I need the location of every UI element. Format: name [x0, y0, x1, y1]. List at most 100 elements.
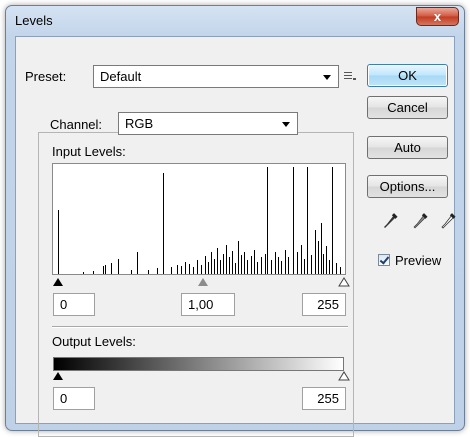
- histogram-bar: [131, 270, 132, 274]
- histogram-bar: [238, 241, 239, 274]
- title-bar[interactable]: Levels x: [6, 6, 464, 36]
- preset-value: Default: [100, 69, 142, 84]
- output-slider-track[interactable]: [50, 369, 350, 381]
- white-eyedropper-icon[interactable]: [440, 213, 456, 231]
- auto-button[interactable]: Auto: [367, 136, 448, 159]
- histogram-bar: [247, 260, 248, 274]
- preset-dropdown[interactable]: Default: [93, 65, 339, 88]
- histogram-bar: [297, 252, 298, 274]
- histogram-bar: [163, 173, 164, 274]
- histogram-bar: [208, 262, 209, 274]
- histogram-bar: [329, 260, 330, 274]
- histogram-bar: [278, 257, 279, 274]
- histogram-bar: [315, 230, 316, 274]
- histogram-bar: [251, 256, 252, 274]
- histogram-bar: [205, 256, 206, 274]
- input-slider-track[interactable]: [50, 275, 350, 287]
- preview-checkbox[interactable]: [378, 254, 390, 266]
- preset-options-icon[interactable]: [343, 70, 357, 82]
- histogram-bar: [137, 252, 138, 274]
- histogram-bar: [93, 271, 94, 274]
- histogram-bar: [307, 167, 308, 274]
- histogram-bar: [326, 246, 327, 274]
- histogram-bar: [257, 262, 258, 274]
- black-eyedropper-icon[interactable]: [382, 213, 398, 231]
- histogram-bar: [220, 260, 221, 274]
- histogram-bar: [332, 167, 333, 274]
- histogram-bar: [311, 255, 312, 274]
- channel-label: Channel:: [48, 117, 105, 132]
- histogram-bar: [275, 252, 276, 274]
- channel-dropdown[interactable]: RGB: [118, 112, 298, 135]
- preview-label: Preview: [395, 253, 442, 268]
- histogram-bar: [83, 272, 84, 274]
- white-point-slider[interactable]: [338, 277, 350, 287]
- preset-label: Preset:: [25, 69, 67, 84]
- histogram-bar: [336, 263, 337, 274]
- histogram-bar: [241, 255, 242, 274]
- histogram-bar: [304, 259, 305, 274]
- output-levels-label: Output Levels:: [52, 334, 136, 349]
- histogram-bar: [301, 245, 302, 274]
- histogram-bar: [318, 241, 319, 274]
- cancel-button[interactable]: Cancel: [367, 96, 448, 119]
- histogram-bar: [293, 167, 294, 274]
- histogram-bar: [271, 260, 272, 274]
- close-button[interactable]: x: [416, 7, 459, 26]
- histogram-bar: [323, 254, 324, 274]
- histogram-bar: [235, 263, 236, 274]
- dialog-body: Preset: Default Channel: RGB Input Level…: [15, 36, 456, 437]
- histogram-bar: [261, 257, 262, 274]
- histogram-bar: [267, 167, 268, 274]
- histogram-bar: [232, 251, 233, 274]
- histogram-bar: [254, 250, 255, 274]
- levels-separator: [52, 326, 348, 328]
- close-icon: x: [433, 9, 442, 24]
- histogram-bar: [265, 254, 266, 274]
- histogram-bar: [288, 257, 289, 274]
- gray-eyedropper-icon[interactable]: [412, 213, 428, 231]
- histogram-bar: [157, 268, 158, 274]
- histogram-bar: [321, 223, 322, 274]
- output-black-slider[interactable]: [53, 372, 63, 380]
- histogram: [52, 163, 346, 275]
- histogram-bar: [118, 259, 119, 274]
- histogram-bar: [189, 264, 190, 274]
- histogram-bars: [58, 167, 341, 274]
- histogram-bar: [214, 259, 215, 274]
- levels-dialog: Levels x Preset: Default Channel: RGB In…: [5, 5, 465, 437]
- histogram-bar: [226, 245, 227, 274]
- histogram-bar: [58, 210, 59, 274]
- window-title: Levels: [15, 13, 53, 28]
- output-black-field[interactable]: 0: [53, 387, 95, 410]
- histogram-bar: [211, 252, 212, 274]
- histogram-bar: [217, 248, 218, 274]
- ok-button[interactable]: OK: [367, 64, 448, 87]
- black-point-slider[interactable]: [53, 278, 63, 286]
- input-black-field[interactable]: 0: [53, 293, 95, 316]
- histogram-bar: [103, 266, 104, 274]
- histogram-bar: [340, 267, 341, 274]
- histogram-bar: [197, 260, 198, 274]
- input-levels-label: Input Levels:: [52, 144, 126, 159]
- histogram-bar: [177, 265, 178, 274]
- histogram-bar: [181, 266, 182, 274]
- histogram-bar: [229, 257, 230, 274]
- gamma-slider[interactable]: [198, 278, 208, 286]
- channel-value: RGB: [125, 116, 154, 131]
- input-white-field[interactable]: 255: [302, 293, 346, 316]
- output-white-field[interactable]: 255: [302, 387, 346, 410]
- input-gamma-field[interactable]: 1,00: [181, 293, 235, 316]
- chevron-down-icon: [282, 122, 290, 127]
- options-button[interactable]: Options...: [367, 175, 448, 198]
- histogram-bar: [111, 263, 112, 274]
- histogram-bar: [185, 262, 186, 274]
- histogram-bar: [171, 267, 172, 274]
- chevron-down-icon: [323, 75, 331, 80]
- histogram-bar: [105, 265, 106, 274]
- histogram-bar: [201, 265, 202, 274]
- histogram-bar: [223, 254, 224, 274]
- histogram-bar: [193, 267, 194, 274]
- histogram-bar: [244, 252, 245, 274]
- output-white-slider[interactable]: [338, 371, 350, 381]
